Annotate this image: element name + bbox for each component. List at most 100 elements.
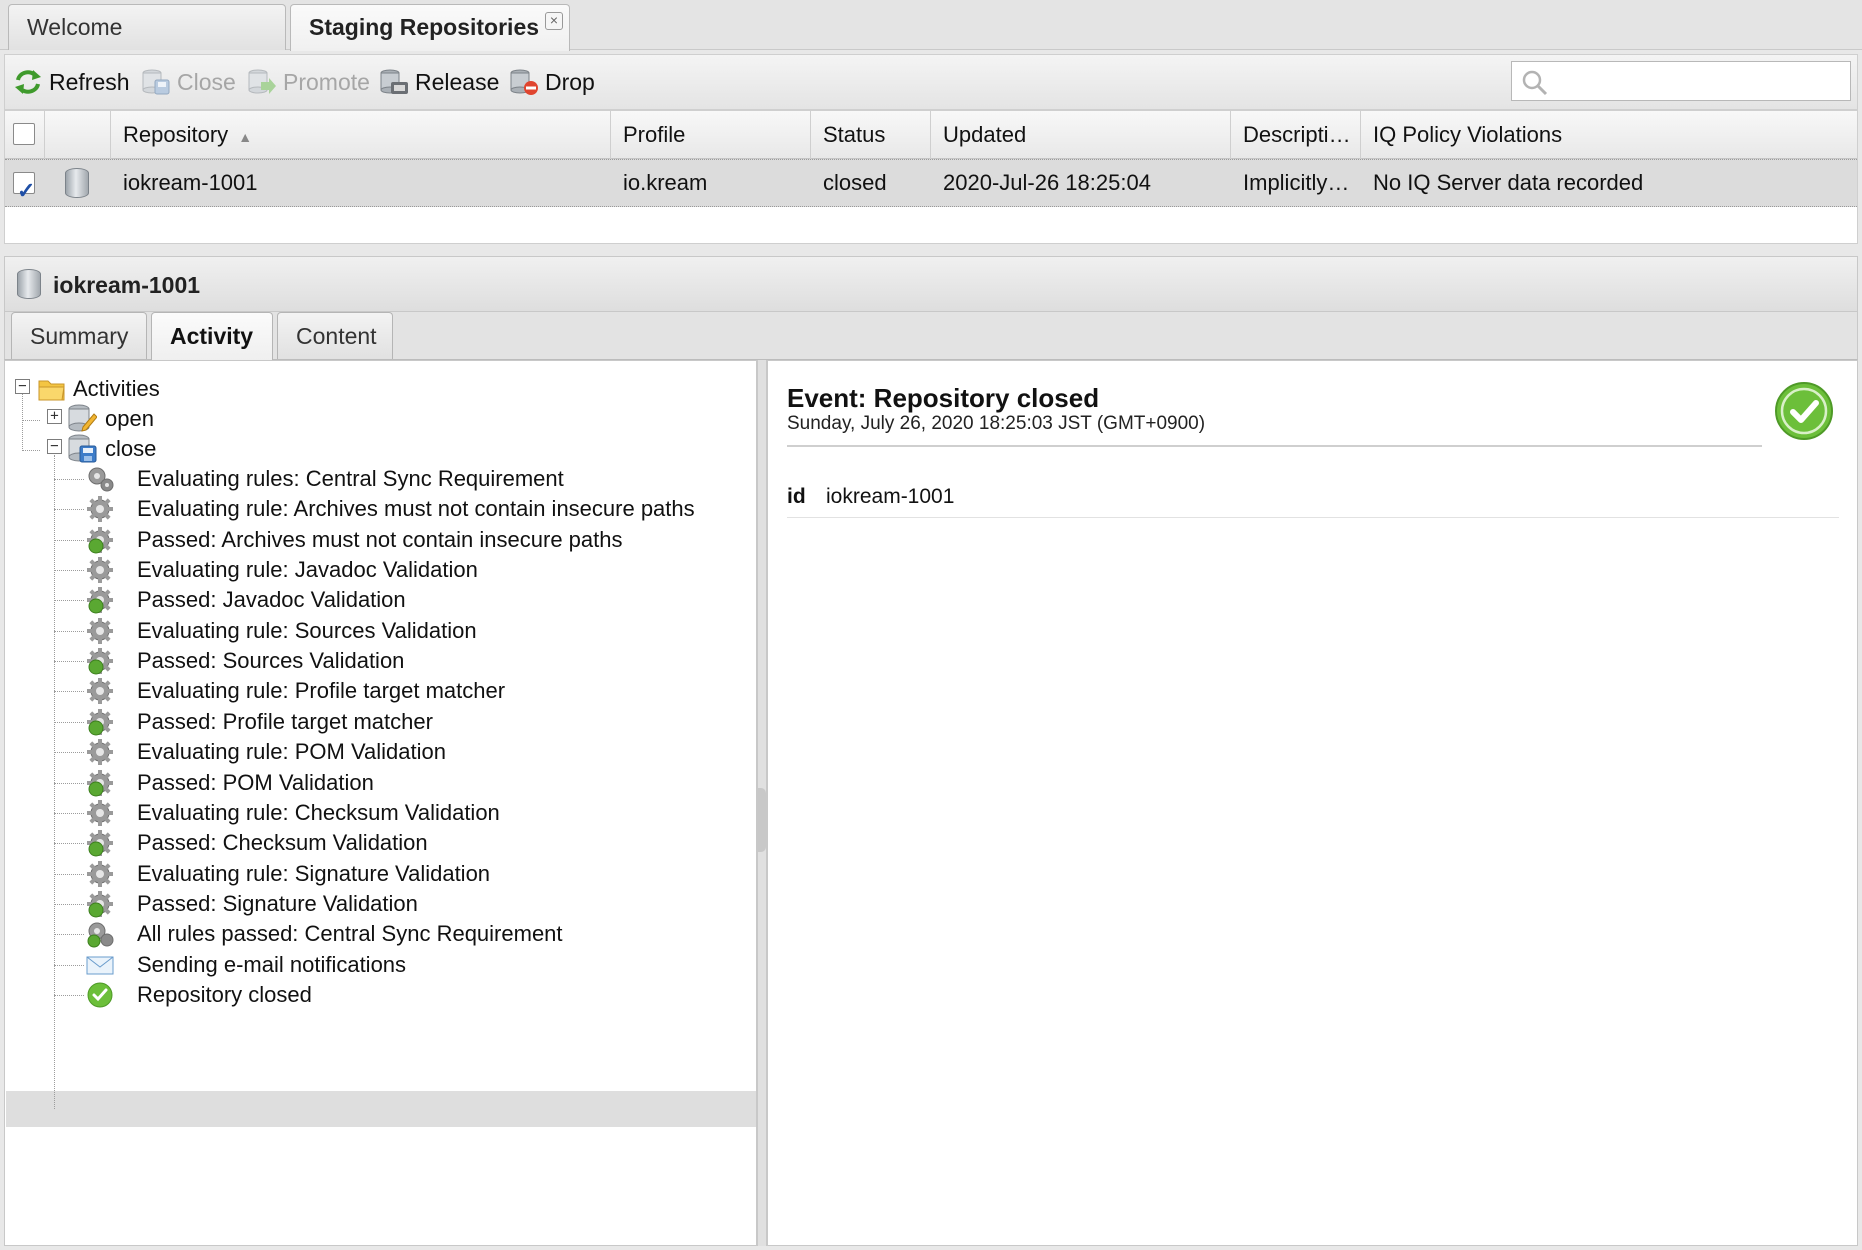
splitter-handle[interactable] bbox=[758, 788, 766, 852]
column-profile[interactable]: Profile bbox=[611, 111, 811, 159]
tree-line bbox=[54, 691, 84, 692]
gear-passed-icon bbox=[87, 587, 113, 614]
cell-status: closed bbox=[823, 170, 887, 195]
gear-icon bbox=[87, 618, 113, 644]
row-checkbox[interactable] bbox=[13, 168, 35, 206]
column-status[interactable]: Status bbox=[811, 111, 931, 159]
property-key-id: id bbox=[787, 485, 806, 508]
gear-icon bbox=[87, 861, 113, 887]
row-icon-cell bbox=[45, 160, 111, 206]
divider bbox=[787, 445, 1762, 447]
tree-line bbox=[54, 722, 84, 723]
tab-welcome[interactable]: Welcome bbox=[8, 4, 286, 50]
tab-content[interactable]: Content bbox=[277, 312, 393, 359]
gear-icon bbox=[87, 800, 113, 826]
promote-button[interactable]: Promote bbox=[247, 63, 370, 101]
tree-line bbox=[54, 965, 84, 966]
close-repo-icon bbox=[142, 69, 170, 95]
tab-summary[interactable]: Summary bbox=[11, 312, 147, 359]
grid-header: Repository ▲ Profile Status Updated Desc… bbox=[5, 111, 1857, 159]
column-iq-policy-violations[interactable]: IQ Policy Violations bbox=[1361, 111, 1859, 159]
table-row[interactable]: iokream-1001 io.kream closed 2020-Jul-26… bbox=[5, 159, 1857, 207]
icon-column-header bbox=[45, 111, 111, 159]
repository-edit-icon bbox=[68, 404, 97, 432]
panel-splitter[interactable] bbox=[757, 360, 767, 1246]
release-label: Release bbox=[415, 69, 500, 95]
tree-line bbox=[54, 455, 55, 1109]
release-button[interactable]: Release bbox=[379, 63, 499, 101]
search-icon bbox=[1522, 70, 1548, 96]
gear-passed-icon bbox=[87, 891, 113, 918]
tab-welcome-label: Welcome bbox=[27, 14, 123, 40]
toolbar: Refresh Close Promote Release Drop bbox=[4, 54, 1858, 110]
detail-title: iokream-1001 bbox=[53, 272, 201, 298]
divider bbox=[787, 517, 1839, 518]
refresh-button[interactable]: Refresh bbox=[13, 63, 130, 101]
envelope-icon bbox=[86, 956, 114, 975]
collapse-toggle[interactable]: − bbox=[47, 439, 62, 454]
tab-activity[interactable]: Activity bbox=[151, 312, 273, 360]
refresh-icon bbox=[15, 70, 41, 94]
gear-icon bbox=[87, 557, 113, 583]
release-icon bbox=[380, 69, 408, 94]
tree-line bbox=[54, 995, 84, 996]
column-repository[interactable]: Repository ▲ bbox=[111, 111, 611, 159]
gears-passed-icon bbox=[87, 922, 114, 948]
tree-line bbox=[54, 479, 84, 480]
tree-line bbox=[54, 509, 84, 510]
tree-item[interactable]: Repository closed bbox=[137, 977, 312, 1013]
event-detail-panel: Event: Repository closed Sunday, July 26… bbox=[767, 360, 1858, 1246]
close-button[interactable]: Close bbox=[141, 63, 236, 101]
tree-line bbox=[54, 540, 84, 541]
promote-icon bbox=[248, 69, 276, 94]
column-description-label: Descripti… bbox=[1243, 122, 1351, 147]
gear-passed-icon bbox=[87, 830, 113, 857]
refresh-label: Refresh bbox=[49, 69, 130, 95]
select-all-cell bbox=[5, 111, 45, 159]
gear-icon bbox=[87, 678, 113, 704]
gear-icon bbox=[87, 496, 113, 522]
promote-label: Promote bbox=[283, 69, 370, 95]
gear-passed-icon bbox=[87, 770, 113, 797]
detail-tab-bar: Summary Activity Content bbox=[4, 312, 1858, 360]
column-updated[interactable]: Updated bbox=[931, 111, 1231, 159]
tab-staging-label: Staging Repositories bbox=[309, 14, 540, 40]
drop-icon bbox=[510, 69, 538, 95]
select-all-checkbox[interactable] bbox=[13, 123, 35, 145]
close-icon[interactable]: × bbox=[545, 12, 563, 30]
close-label: Close bbox=[177, 69, 236, 95]
tree-line bbox=[54, 783, 84, 784]
sort-ascending-icon: ▲ bbox=[238, 129, 253, 145]
tree-line bbox=[22, 450, 40, 451]
repository-icon bbox=[17, 269, 41, 299]
gear-passed-icon bbox=[87, 527, 113, 554]
gears-icon bbox=[88, 467, 114, 492]
tree-line bbox=[54, 661, 84, 662]
collapse-toggle[interactable]: − bbox=[15, 379, 30, 394]
tree-line bbox=[54, 570, 84, 571]
repository-close-icon bbox=[68, 434, 97, 463]
selected-row-highlight bbox=[6, 1091, 756, 1127]
property-value-id: iokream-1001 bbox=[826, 485, 955, 508]
gear-passed-icon bbox=[87, 709, 113, 736]
cell-updated: 2020-Jul-26 18:25:04 bbox=[943, 170, 1151, 195]
column-status-label: Status bbox=[823, 122, 886, 147]
tab-staging-repositories[interactable]: Staging Repositories × bbox=[290, 4, 570, 51]
gear-passed-icon bbox=[87, 648, 113, 675]
cell-repository: iokream-1001 bbox=[123, 170, 258, 195]
tree-line bbox=[54, 874, 84, 875]
event-date: Sunday, July 26, 2020 18:25:03 JST (GMT+… bbox=[787, 413, 1206, 434]
tree-line bbox=[54, 631, 84, 632]
column-description[interactable]: Descripti… bbox=[1231, 111, 1361, 159]
expand-toggle[interactable]: + bbox=[47, 409, 62, 424]
tree-line bbox=[54, 600, 84, 601]
row-select-cell bbox=[5, 160, 45, 206]
column-updated-label: Updated bbox=[943, 122, 1027, 147]
tree-line bbox=[54, 752, 84, 753]
tree-line bbox=[54, 904, 84, 905]
search-input[interactable] bbox=[1511, 61, 1851, 101]
gear-icon bbox=[87, 739, 113, 765]
drop-button[interactable]: Drop bbox=[509, 63, 595, 101]
activity-tree: − Activities + open − close Evaluating r… bbox=[4, 360, 757, 1246]
tree-line bbox=[54, 813, 84, 814]
